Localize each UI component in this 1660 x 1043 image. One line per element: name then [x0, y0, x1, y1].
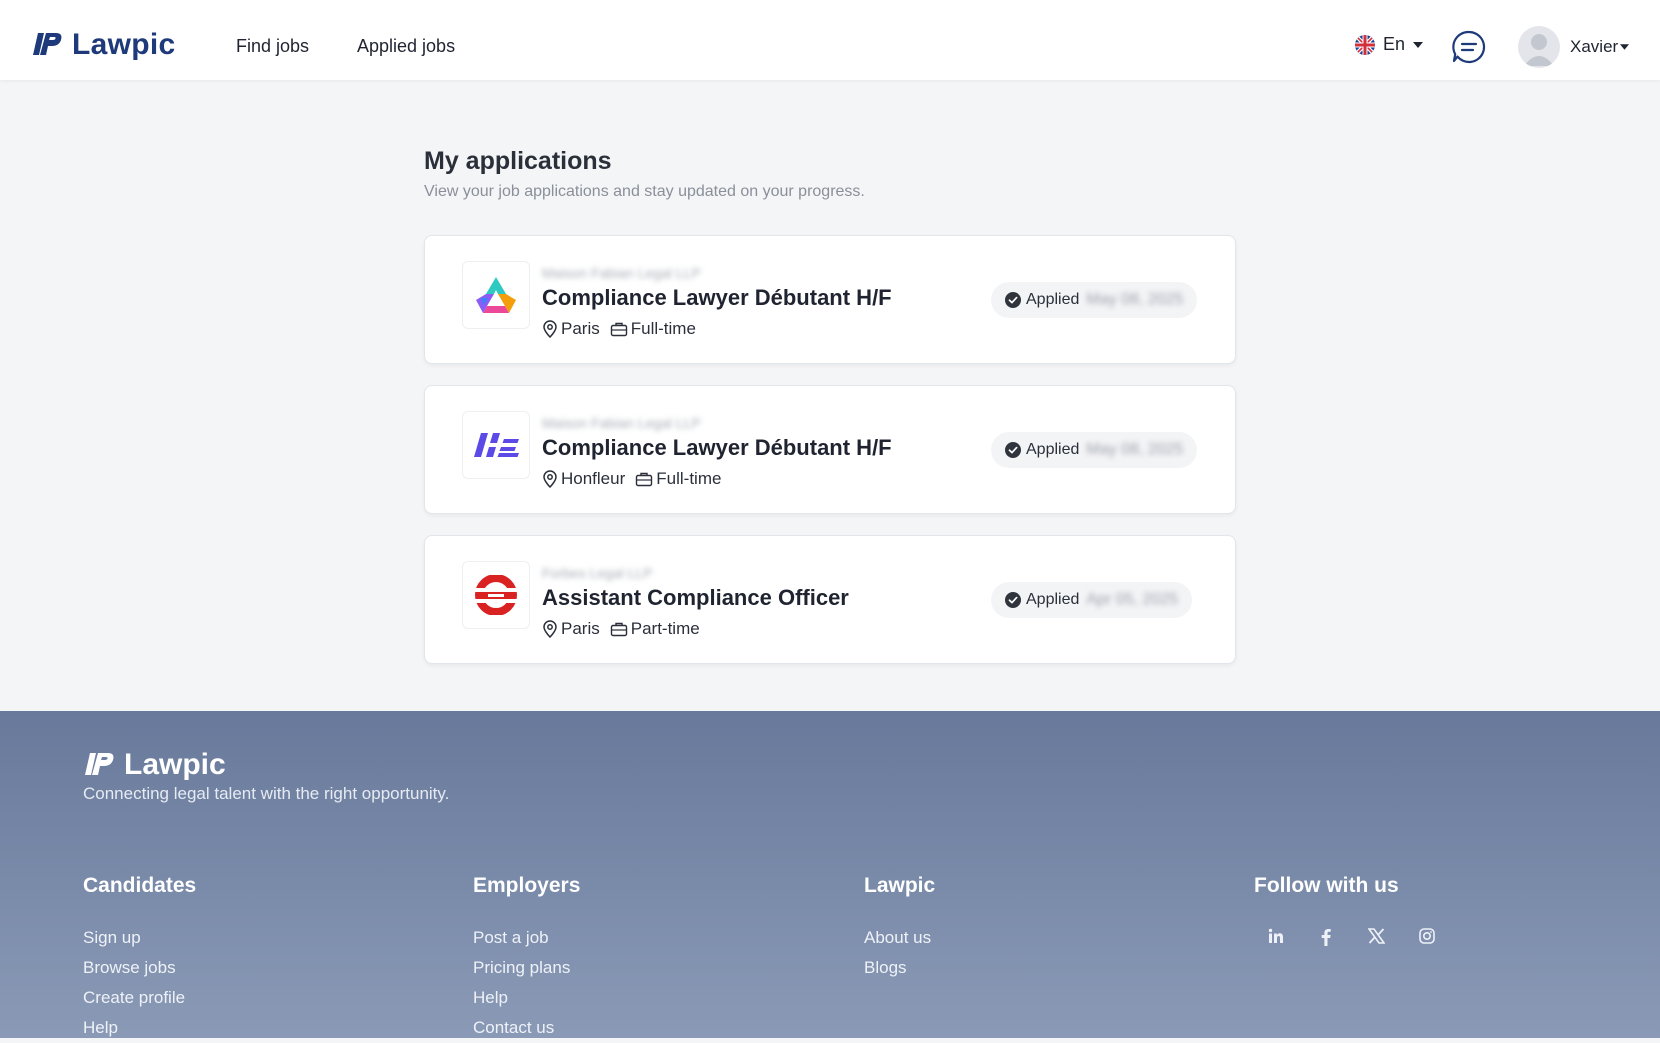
chat-bubble-icon — [1452, 30, 1486, 64]
check-circle-icon — [1005, 592, 1021, 608]
location-pin-icon — [542, 320, 558, 338]
status-label: Applied — [1026, 291, 1080, 308]
purple-stripes-logo-icon — [474, 433, 519, 457]
user-avatar-icon — [1524, 34, 1554, 66]
job-title[interactable]: Compliance Lawyer Débutant H/F — [542, 435, 892, 461]
user-menu[interactable]: Xavier — [1518, 26, 1630, 68]
job-location: Paris — [561, 619, 600, 638]
footer-column-employers: Employers Post a job Pricing plans Help … — [473, 874, 580, 1043]
company-logo — [462, 261, 530, 329]
caret-down-icon — [1413, 41, 1424, 48]
multicolor-triangle-logo-icon — [476, 277, 516, 313]
instagram-icon[interactable] — [1419, 928, 1435, 946]
footer-heading: Lawpic — [864, 874, 936, 897]
application-card[interactable]: Maison Fabian Legal LLP Compliance Lawye… — [424, 235, 1236, 364]
footer-logo[interactable]: Lawpic — [84, 748, 226, 782]
company-name: Forbes Legal LLP — [542, 565, 653, 581]
lawpic-logo-mark-icon — [85, 753, 114, 775]
company-name: Maison Fabian Legal LLP — [542, 415, 701, 431]
page-subtitle: View your job applications and stay upda… — [424, 183, 865, 200]
footer-link-about-us[interactable]: About us — [864, 923, 935, 953]
language-label: En — [1383, 34, 1406, 54]
application-card[interactable]: Maison Fabian Legal LLP Compliance Lawye… — [424, 385, 1236, 514]
company-logo — [462, 561, 530, 629]
status-label: Applied — [1026, 441, 1080, 458]
page-title: My applications — [424, 147, 612, 175]
location-pin-icon — [542, 470, 558, 488]
logo-text: Lawpic — [72, 28, 176, 61]
footer-link-contact-us[interactable]: Contact us — [473, 1013, 580, 1043]
check-circle-icon — [1005, 442, 1021, 458]
lawpic-logo[interactable]: Lawpic — [32, 28, 176, 62]
linkedin-icon[interactable] — [1268, 928, 1284, 946]
language-selector[interactable]: En — [1355, 34, 1424, 55]
lawpic-logo-mark-icon — [33, 33, 62, 55]
job-type: Part-time — [630, 619, 700, 638]
job-type: Full-time — [630, 319, 696, 338]
footer-link-blogs[interactable]: Blogs — [864, 953, 935, 983]
footer-tagline: Connecting legal talent with the right o… — [83, 784, 450, 803]
briefcase-icon — [610, 621, 628, 637]
footer-link-post-a-job[interactable]: Post a job — [473, 923, 580, 953]
social-links — [1268, 928, 1435, 946]
status-badge: Applied Apr 05, 2025 — [991, 582, 1192, 618]
job-meta: Honfleur Full-time — [542, 469, 721, 489]
job-type: Full-time — [656, 469, 722, 488]
job-title[interactable]: Compliance Lawyer Débutant H/F — [542, 285, 892, 311]
footer-link-create-profile[interactable]: Create profile — [83, 983, 196, 1013]
briefcase-icon — [635, 471, 653, 487]
job-meta: Paris Full-time — [542, 319, 696, 339]
footer-column-candidates: Candidates Sign up Browse jobs Create pr… — [83, 874, 196, 1043]
job-meta: Paris Part-time — [542, 619, 700, 639]
job-title[interactable]: Assistant Compliance Officer — [542, 585, 849, 611]
footer-link-browse-jobs[interactable]: Browse jobs — [83, 953, 196, 983]
facebook-icon[interactable] — [1318, 928, 1334, 946]
red-circle-logo-icon — [474, 575, 518, 615]
footer-heading: Employers — [473, 874, 581, 897]
footer-column-social: Follow with us — [1254, 874, 1435, 946]
location-pin-icon — [542, 620, 558, 638]
footer: Lawpic Connecting legal talent with the … — [0, 711, 1660, 1038]
status-badge: Applied May 08, 2025 — [991, 282, 1198, 318]
footer-link-pricing-plans[interactable]: Pricing plans — [473, 953, 580, 983]
uk-flag-icon — [1355, 34, 1375, 55]
top-navbar: Lawpic Find jobs Applied jobs En Xavier — [0, 0, 1660, 80]
nav-find-jobs[interactable]: Find jobs — [236, 36, 309, 57]
status-label: Applied — [1026, 591, 1080, 608]
footer-heading: Candidates — [83, 874, 197, 897]
nav-applied-jobs[interactable]: Applied jobs — [357, 36, 455, 57]
avatar — [1518, 26, 1560, 68]
footer-column-lawpic: Lawpic About us Blogs — [864, 874, 935, 983]
caret-down-icon — [1620, 44, 1630, 50]
messages-button[interactable] — [1452, 30, 1486, 69]
company-logo — [462, 411, 530, 479]
footer-logo-text: Lawpic — [124, 748, 226, 781]
applied-date: May 08, 2025 — [1086, 441, 1184, 458]
job-location: Honfleur — [561, 469, 626, 488]
job-location: Paris — [561, 319, 600, 338]
x-icon[interactable] — [1368, 928, 1385, 946]
status-badge: Applied May 08, 2025 — [991, 432, 1198, 468]
user-name: Xavier — [1570, 37, 1619, 56]
footer-link-help[interactable]: Help — [83, 1013, 196, 1043]
footer-link-sign-up[interactable]: Sign up — [83, 923, 196, 953]
applied-date: Apr 05, 2025 — [1086, 591, 1178, 608]
footer-link-help[interactable]: Help — [473, 983, 580, 1013]
footer-heading: Follow with us — [1254, 874, 1399, 897]
check-circle-icon — [1005, 292, 1021, 308]
company-name: Maison Fabian Legal LLP — [542, 265, 701, 281]
briefcase-icon — [610, 321, 628, 337]
application-card[interactable]: Forbes Legal LLP Assistant Compliance Of… — [424, 535, 1236, 664]
applied-date: May 08, 2025 — [1086, 291, 1184, 308]
